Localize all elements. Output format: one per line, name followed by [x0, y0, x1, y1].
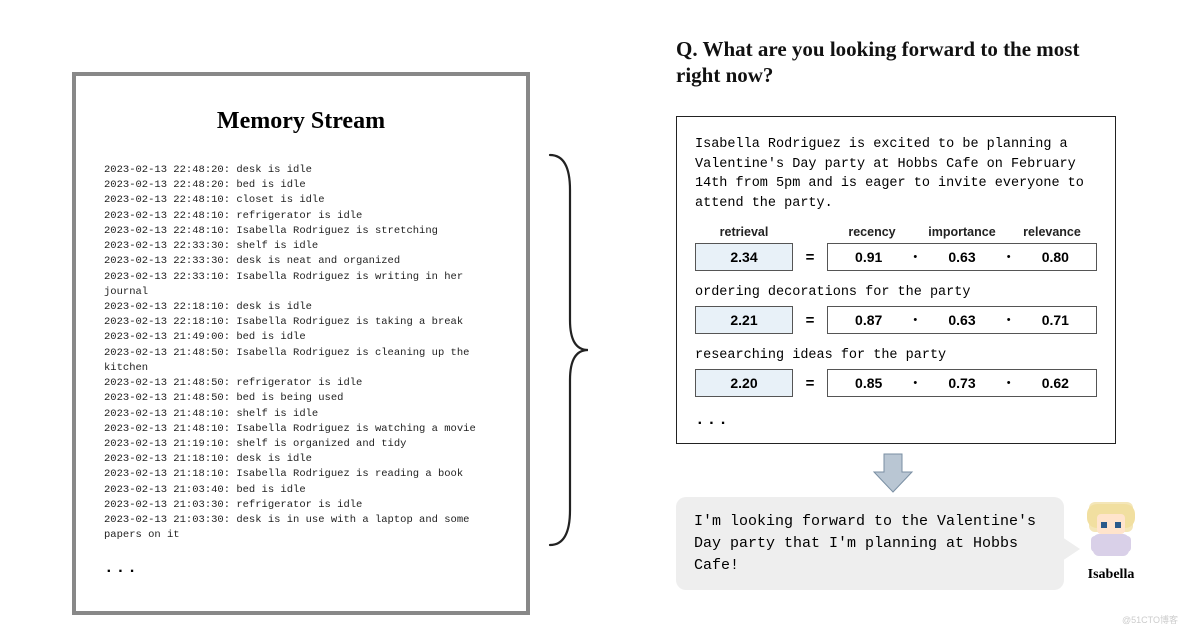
- score-row: 2.34=0.91•0.63•0.80: [695, 243, 1097, 271]
- memory-entry: 2023-02-13 21:18:10: desk is idle: [104, 452, 498, 467]
- importance-value: 0.73: [921, 375, 1002, 391]
- memory-entry: 2023-02-13 21:03:30: refrigerator is idl…: [104, 498, 498, 513]
- retrieval-value: 2.34: [695, 243, 793, 271]
- importance-value: 0.63: [921, 312, 1002, 328]
- importance-value: 0.63: [921, 249, 1002, 265]
- header-importance: importance: [917, 225, 1007, 239]
- memory-entry: 2023-02-13 22:48:20: desk is idle: [104, 163, 498, 178]
- avatar-sprite-icon: [1081, 500, 1141, 560]
- memory-stream-title: Memory Stream: [104, 108, 498, 135]
- avatar-name: Isabella: [1076, 567, 1146, 583]
- retrieval-value: 2.20: [695, 369, 793, 397]
- plus-icon: •: [1003, 251, 1015, 263]
- retrieval-value: 2.21: [695, 306, 793, 334]
- memory-entry: 2023-02-13 21:03:40: bed is idle: [104, 483, 498, 498]
- relevance-value: 0.80: [1015, 249, 1096, 265]
- retrieval-summary: Isabella Rodriguez is excited to be plan…: [695, 135, 1097, 213]
- memory-entry: 2023-02-13 21:48:10: shelf is idle: [104, 407, 498, 422]
- recency-value: 0.91: [828, 249, 909, 265]
- header-relevance: relevance: [1007, 225, 1097, 239]
- memory-entry: 2023-02-13 22:33:30: shelf is idle: [104, 239, 498, 254]
- score-row: 2.21=0.87•0.63•0.71: [695, 306, 1097, 334]
- speech-bubble: I'm looking forward to the Valentine's D…: [676, 497, 1064, 590]
- question-heading: Q. What are you looking forward to the m…: [676, 36, 1106, 89]
- memory-entry: 2023-02-13 22:18:10: Isabella Rodriguez …: [104, 315, 498, 330]
- memory-entry: 2023-02-13 22:48:10: refrigerator is idl…: [104, 209, 498, 224]
- relevance-value: 0.71: [1015, 312, 1096, 328]
- plus-icon: •: [909, 314, 921, 326]
- plus-icon: •: [909, 251, 921, 263]
- memory-entry: 2023-02-13 22:18:10: desk is idle: [104, 300, 498, 315]
- equals-sign: =: [793, 375, 827, 392]
- arrow-down-icon: [870, 450, 916, 496]
- recency-value: 0.85: [828, 375, 909, 391]
- equals-sign: =: [793, 312, 827, 329]
- header-retrieval: retrieval: [695, 225, 793, 239]
- score-row: 2.20=0.85•0.73•0.62: [695, 369, 1097, 397]
- avatar: Isabella: [1076, 500, 1146, 583]
- equals-sign: =: [793, 249, 827, 266]
- memory-stream-list: 2023-02-13 22:48:20: desk is idle2023-02…: [104, 163, 498, 543]
- memory-entry: 2023-02-13 22:48:20: bed is idle: [104, 178, 498, 193]
- score-description: ordering decorations for the party: [695, 285, 1097, 300]
- memory-entry: 2023-02-13 21:48:50: refrigerator is idl…: [104, 376, 498, 391]
- retrieval-ellipsis: ...: [695, 411, 1097, 429]
- plus-icon: •: [1003, 377, 1015, 389]
- memory-entry: 2023-02-13 22:33:30: desk is neat and or…: [104, 254, 498, 269]
- plus-icon: •: [909, 377, 921, 389]
- memory-entry: 2023-02-13 22:33:10: Isabella Rodriguez …: [104, 270, 498, 300]
- memory-stream-ellipsis: ...: [104, 559, 498, 577]
- memory-entry: 2023-02-13 21:19:10: shelf is organized …: [104, 437, 498, 452]
- header-recency: recency: [827, 225, 917, 239]
- memory-entry: 2023-02-13 22:48:10: closet is idle: [104, 193, 498, 208]
- memory-entry: 2023-02-13 21:49:00: bed is idle: [104, 330, 498, 345]
- memory-entry: 2023-02-13 21:48:10: Isabella Rodriguez …: [104, 422, 498, 437]
- component-values: 0.87•0.63•0.71: [827, 306, 1097, 334]
- component-values: 0.85•0.73•0.62: [827, 369, 1097, 397]
- retrieval-panel: Isabella Rodriguez is excited to be plan…: [676, 116, 1116, 444]
- memory-entry: 2023-02-13 22:48:10: Isabella Rodriguez …: [104, 224, 498, 239]
- recency-value: 0.87: [828, 312, 909, 328]
- memory-entry: 2023-02-13 21:18:10: Isabella Rodriguez …: [104, 467, 498, 482]
- memory-entry: 2023-02-13 21:48:50: Isabella Rodriguez …: [104, 346, 498, 376]
- memory-entry: 2023-02-13 21:03:30: desk is in use with…: [104, 513, 498, 543]
- brace-connector: [540, 150, 590, 550]
- score-header-row: retrieval recency importance relevance: [695, 225, 1097, 239]
- watermark: @51CTO博客: [1122, 613, 1178, 626]
- relevance-value: 0.62: [1015, 375, 1096, 391]
- score-items: 2.34=0.91•0.63•0.80ordering decorations …: [695, 243, 1097, 397]
- score-description: researching ideas for the party: [695, 348, 1097, 363]
- component-values: 0.91•0.63•0.80: [827, 243, 1097, 271]
- memory-stream-panel: Memory Stream 2023-02-13 22:48:20: desk …: [72, 72, 530, 615]
- plus-icon: •: [1003, 314, 1015, 326]
- memory-entry: 2023-02-13 21:48:50: bed is being used: [104, 391, 498, 406]
